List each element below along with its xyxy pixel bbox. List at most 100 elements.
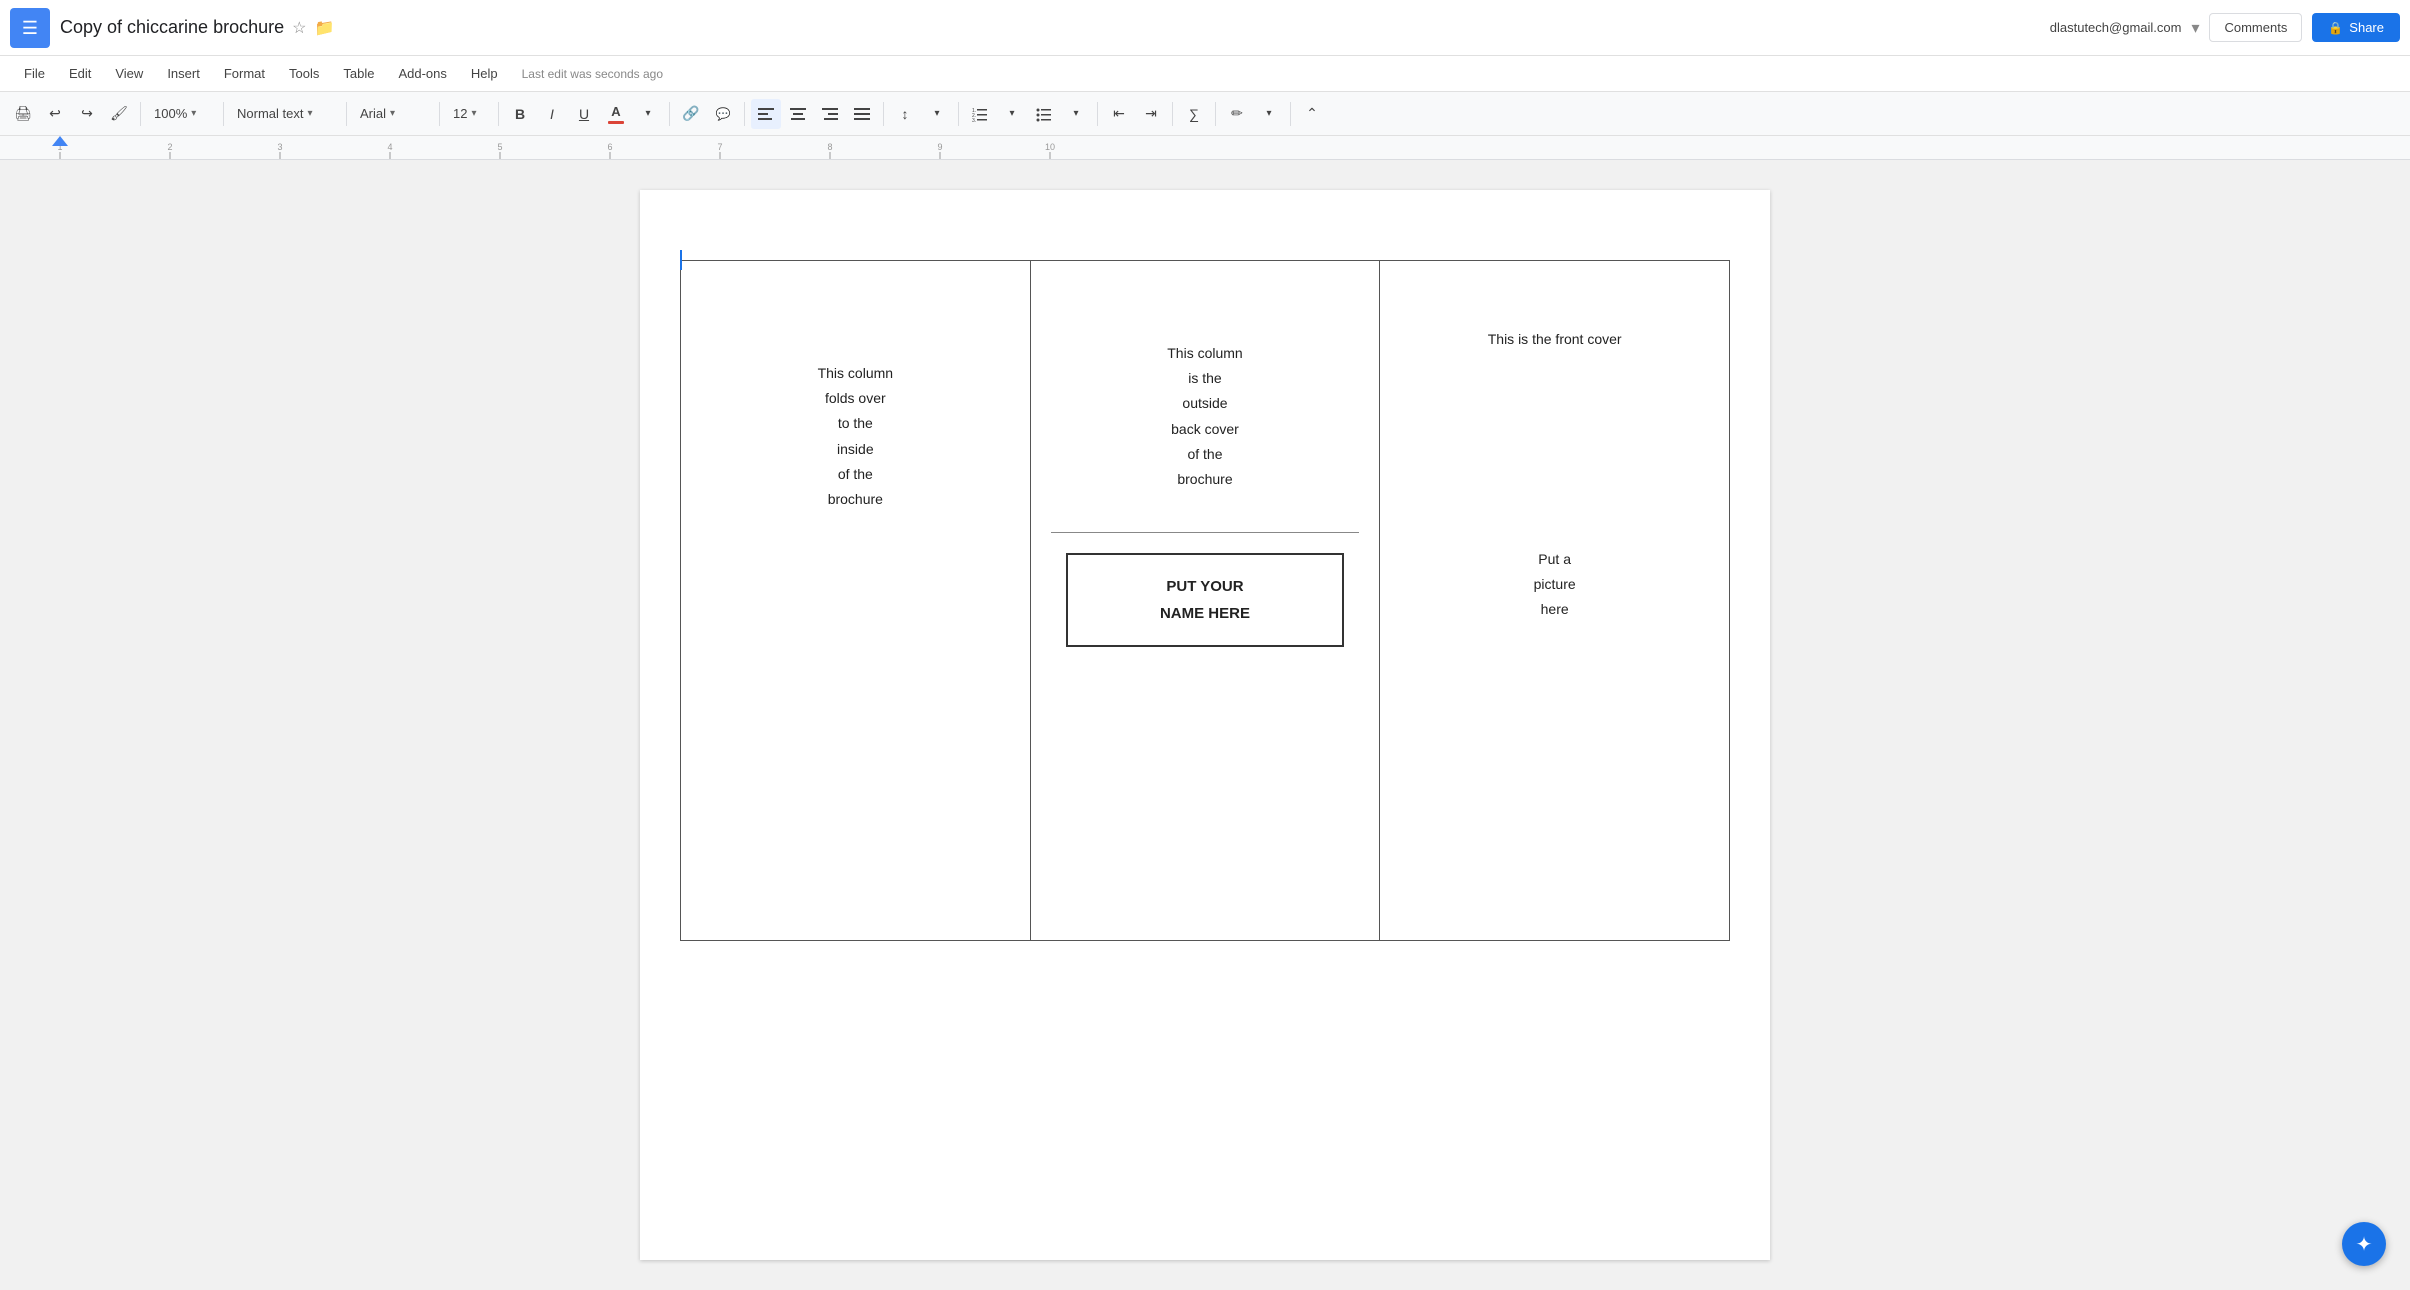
draw-button[interactable]: ✏	[1222, 99, 1252, 129]
col1-content: This column folds over to the inside of …	[701, 281, 1010, 920]
toolbar: 🖨 ↩ ↪ 🖌 100% ▾ Normal text ▾ Arial ▾ 12 …	[0, 92, 2410, 136]
brochure-col2[interactable]: This column is the outside back cover of…	[1030, 261, 1380, 941]
svg-text:6: 6	[607, 142, 612, 152]
menu-tools[interactable]: Tools	[279, 62, 329, 85]
redo-button[interactable]: ↪	[72, 99, 102, 129]
ai-button[interactable]: ✦	[2342, 1222, 2386, 1266]
print-button[interactable]: 🖨	[8, 99, 38, 129]
separator-1	[140, 102, 141, 126]
italic-button[interactable]: I	[537, 99, 567, 129]
folder-icon[interactable]: 📁	[314, 18, 334, 38]
menu-edit[interactable]: Edit	[59, 62, 101, 85]
separator-8	[883, 102, 884, 126]
menu-insert[interactable]: Insert	[157, 62, 210, 85]
font-size-dropdown[interactable]: 12 ▾	[446, 99, 492, 129]
comment-button[interactable]: 💬	[708, 99, 738, 129]
brochure-col1[interactable]: This column folds over to the inside of …	[681, 261, 1031, 941]
document-area: This column folds over to the inside of …	[0, 160, 2410, 1290]
font-color-button[interactable]: A	[601, 99, 631, 129]
svg-text:3.: 3.	[972, 118, 976, 122]
last-edit-status: Last edit was seconds ago	[522, 67, 663, 81]
font-color-bar	[608, 121, 624, 124]
svg-text:2: 2	[167, 142, 172, 152]
menu-file[interactable]: File	[14, 62, 55, 85]
lock-icon: 🔒	[2328, 21, 2343, 35]
line-spacing-button[interactable]: ↕	[890, 99, 920, 129]
svg-text:5: 5	[497, 142, 502, 152]
svg-text:10: 10	[1045, 142, 1055, 152]
ruler: 1 2 3 4 5 6 7 8 9 10	[0, 136, 2410, 160]
separator-2	[223, 102, 224, 126]
col2-divider	[1051, 532, 1360, 533]
separator-7	[744, 102, 745, 126]
col2-content: This column is the outside back cover of…	[1051, 281, 1360, 920]
menu-format[interactable]: Format	[214, 62, 275, 85]
menu-addons[interactable]: Add-ons	[388, 62, 456, 85]
separator-13	[1290, 102, 1291, 126]
collapse-toolbar-button[interactable]: ⌃	[1297, 99, 1327, 129]
numbered-list-button[interactable]: 1. 2. 3.	[965, 99, 995, 129]
svg-text:3: 3	[277, 142, 282, 152]
paint-format-button[interactable]: 🖌	[104, 99, 134, 129]
svg-text:8: 8	[827, 142, 832, 152]
top-bar: ☰ Copy of chiccarine brochure ☆ 📁 dlastu…	[0, 0, 2410, 56]
document-page: This column folds over to the inside of …	[640, 190, 1770, 1260]
picture-text: Put a picture here	[1534, 547, 1576, 623]
justify-button[interactable]	[847, 99, 877, 129]
zoom-dropdown[interactable]: 100% ▾	[147, 99, 217, 129]
user-email: dlastutech@gmail.com	[2050, 20, 2182, 35]
bullet-list-button[interactable]	[1029, 99, 1059, 129]
numbered-list-arrow[interactable]: ▾	[997, 99, 1027, 129]
zoom-arrow: ▾	[191, 108, 196, 119]
font-dropdown[interactable]: Arial ▾	[353, 99, 433, 129]
ruler-svg: 1 2 3 4 5 6 7 8 9 10	[0, 136, 2410, 160]
font-size-value: 12	[453, 106, 467, 121]
decrease-indent-button[interactable]: ⇤	[1104, 99, 1134, 129]
user-dropdown-icon[interactable]: ▾	[2191, 18, 2199, 38]
separator-11	[1172, 102, 1173, 126]
font-color-letter: A	[611, 104, 620, 119]
name-box[interactable]: PUT YOUR NAME HERE	[1066, 553, 1344, 647]
menu-table[interactable]: Table	[333, 62, 384, 85]
brochure-col3[interactable]: This is the front cover Put a picture he…	[1380, 261, 1730, 941]
menu-view[interactable]: View	[105, 62, 153, 85]
font-color-dropdown[interactable]: ▾	[633, 99, 663, 129]
align-right-button[interactable]	[815, 99, 845, 129]
bullet-list-icon	[1036, 106, 1052, 122]
brochure-table: This column folds over to the inside of …	[680, 260, 1730, 941]
link-button[interactable]: 🔗	[676, 99, 706, 129]
style-value: Normal text	[237, 106, 303, 121]
app-menu-button[interactable]: ☰	[10, 8, 50, 48]
doc-title-area: Copy of chiccarine brochure ☆ 📁	[60, 17, 2050, 38]
justify-icon	[854, 106, 870, 122]
svg-text:9: 9	[937, 142, 942, 152]
star-icon[interactable]: ☆	[292, 18, 306, 38]
top-right-area: dlastutech@gmail.com ▾ Comments 🔒 Share	[2050, 13, 2400, 42]
bullet-list-arrow[interactable]: ▾	[1061, 99, 1091, 129]
share-button[interactable]: 🔒 Share	[2312, 13, 2400, 42]
line-spacing-arrow[interactable]: ▾	[922, 99, 952, 129]
svg-text:7: 7	[717, 142, 722, 152]
comments-button[interactable]: Comments	[2209, 13, 2302, 42]
underline-button[interactable]: U	[569, 99, 599, 129]
zoom-value: 100%	[154, 106, 187, 121]
separator-5	[498, 102, 499, 126]
separator-12	[1215, 102, 1216, 126]
align-left-button[interactable]	[751, 99, 781, 129]
style-dropdown[interactable]: Normal text ▾	[230, 99, 340, 129]
svg-text:4: 4	[387, 142, 392, 152]
col1-text: This column folds over to the inside of …	[818, 361, 893, 512]
ai-icon: ✦	[2356, 1232, 2373, 1257]
draw-arrow[interactable]: ▾	[1254, 99, 1284, 129]
undo-button[interactable]: ↩	[40, 99, 70, 129]
menu-help[interactable]: Help	[461, 62, 508, 85]
brochure-row: This column folds over to the inside of …	[681, 261, 1730, 941]
front-cover-text: This is the front cover	[1488, 331, 1622, 347]
formula-button[interactable]: ∑	[1179, 99, 1209, 129]
align-center-button[interactable]	[783, 99, 813, 129]
share-label: Share	[2349, 20, 2384, 35]
align-left-icon	[758, 106, 774, 122]
text-cursor	[680, 250, 682, 270]
bold-button[interactable]: B	[505, 99, 535, 129]
increase-indent-button[interactable]: ⇥	[1136, 99, 1166, 129]
